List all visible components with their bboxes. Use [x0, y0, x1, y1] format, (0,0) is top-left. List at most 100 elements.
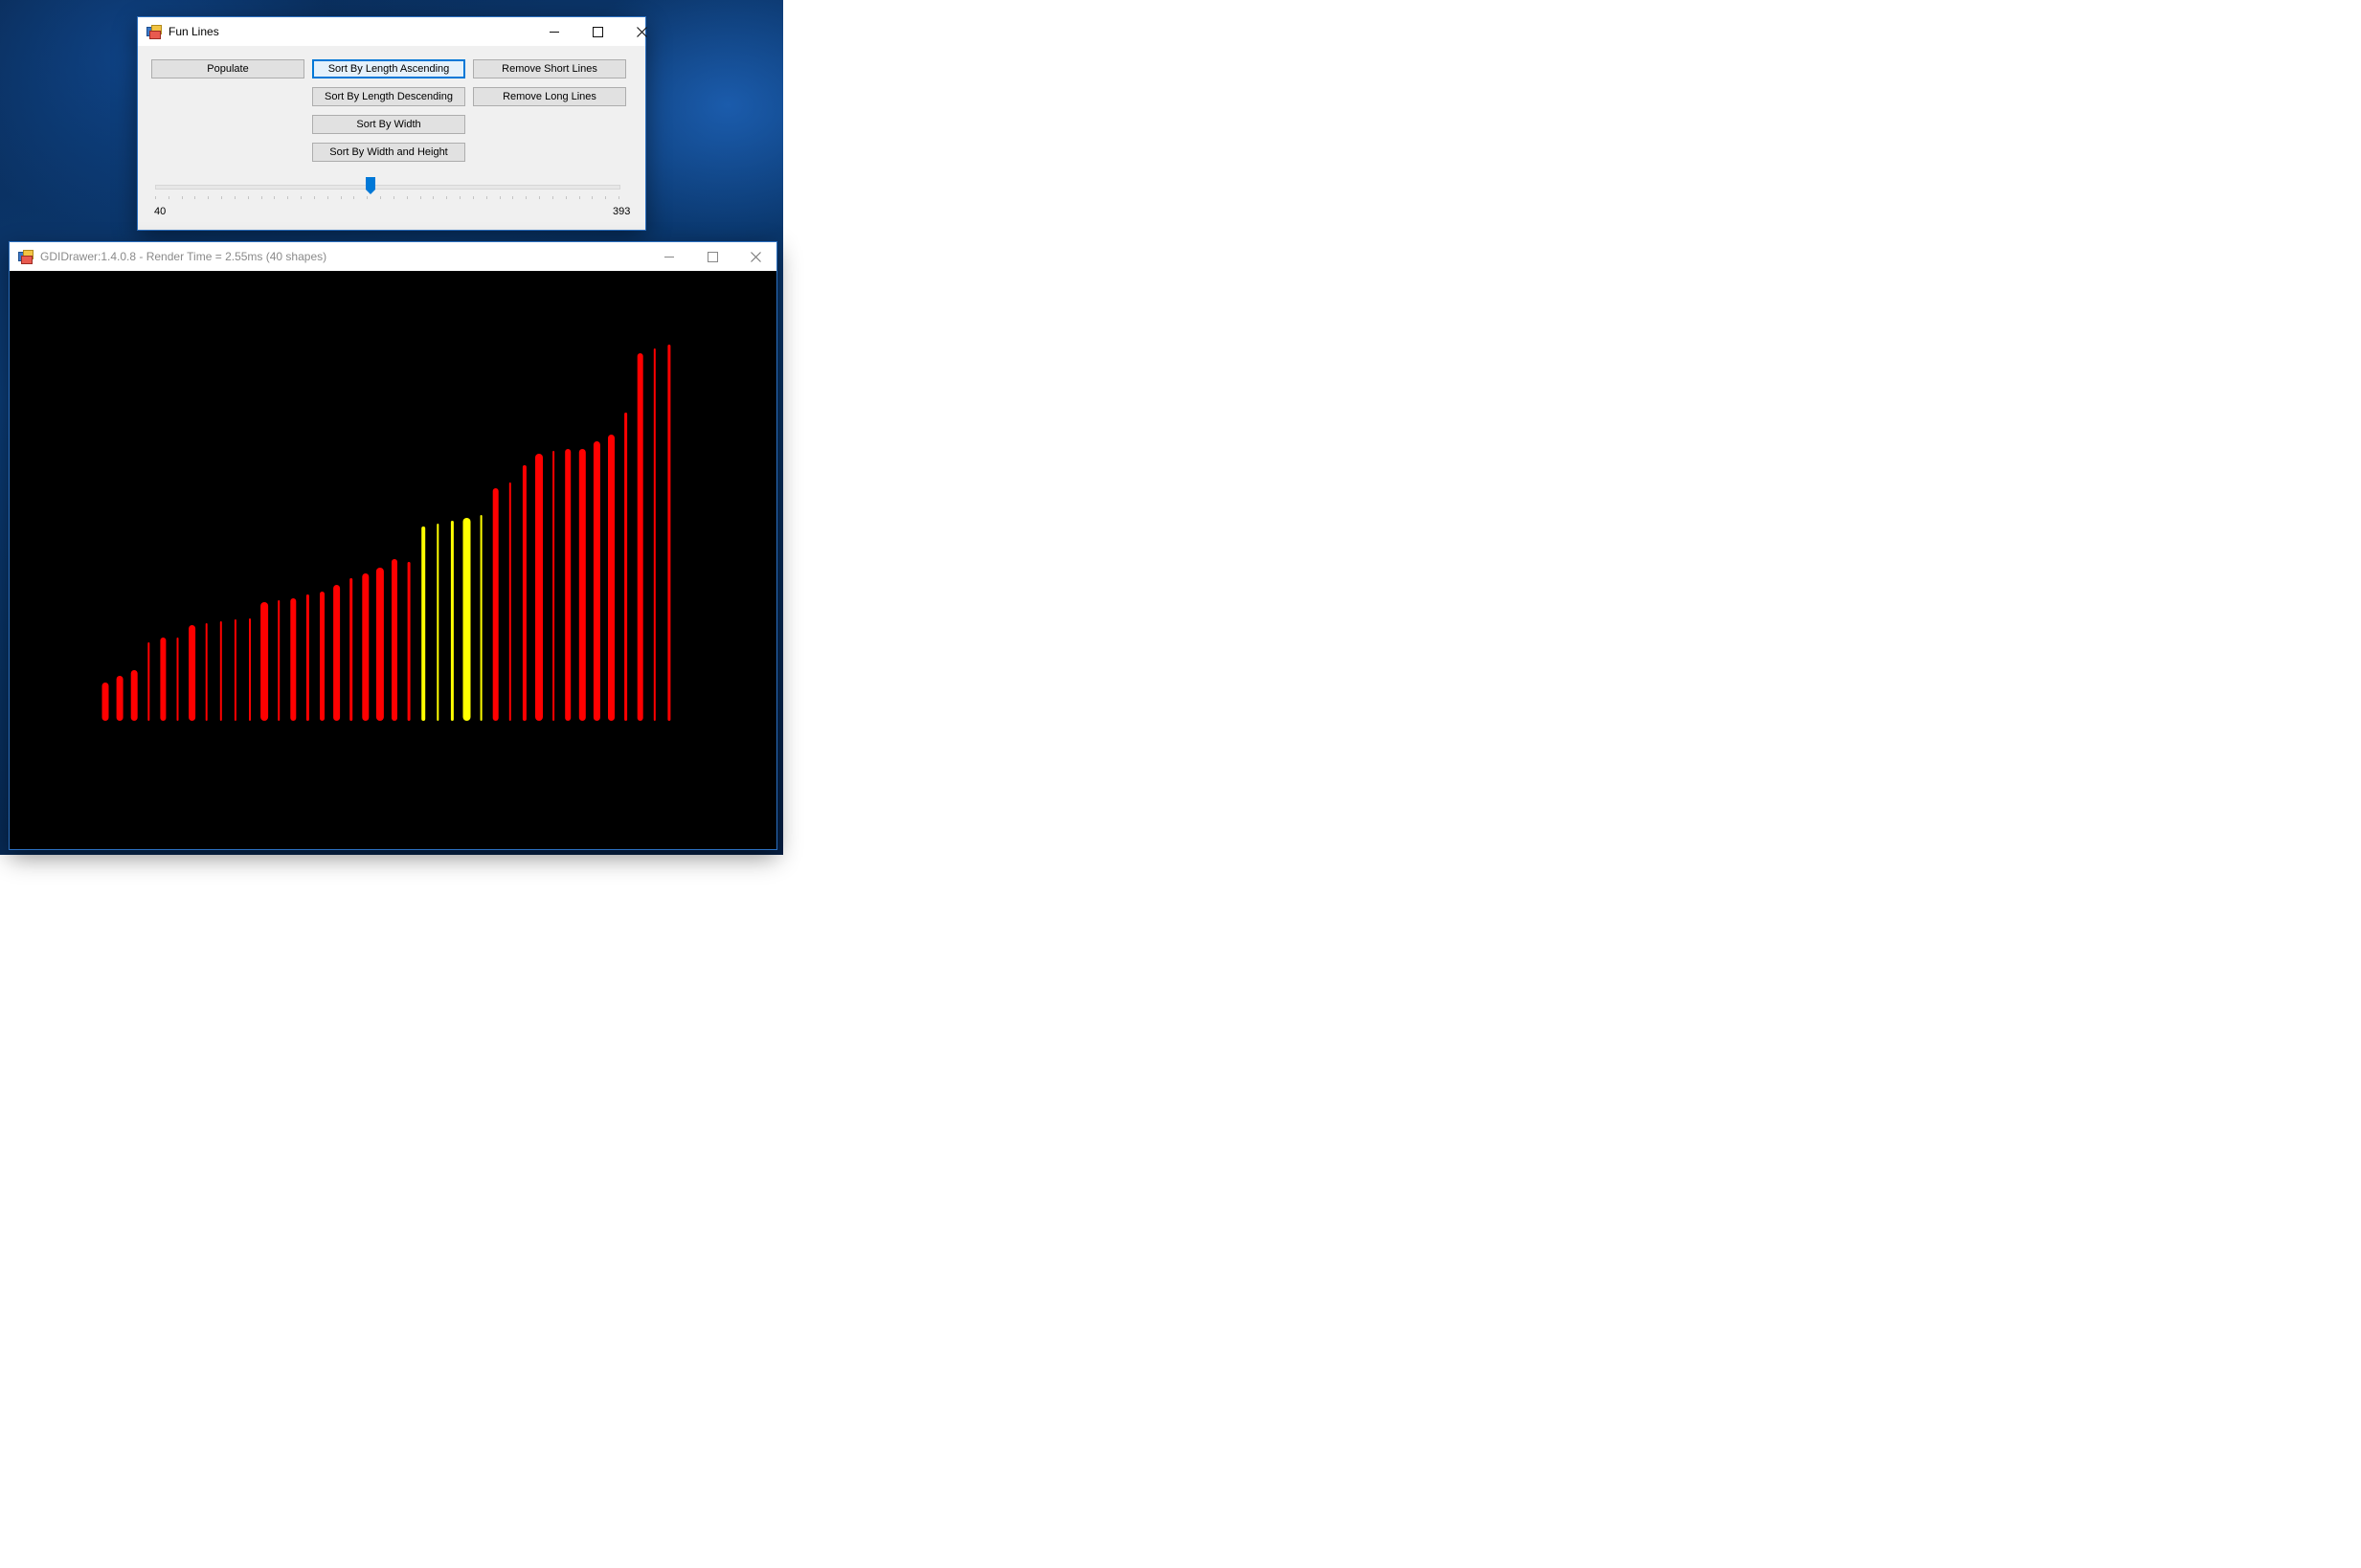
gdi-drawer-titlebar[interactable]: GDIDrawer:1.4.0.8 - Render Time = 2.55ms… [10, 242, 776, 271]
slider-tick [287, 196, 288, 199]
drawn-line [421, 526, 426, 721]
fun-lines-titlebar[interactable]: Fun Lines [138, 17, 647, 46]
drawn-line [624, 413, 628, 721]
remove-short-lines-button[interactable]: Remove Short Lines [473, 59, 626, 78]
drawn-line [578, 449, 586, 721]
drawn-line [653, 348, 656, 721]
slider-tick [420, 196, 421, 199]
length-slider-track[interactable] [155, 185, 620, 190]
slider-tick [539, 196, 540, 199]
drawn-line [101, 683, 109, 721]
slider-tick [235, 196, 236, 199]
slider-tick [194, 196, 195, 199]
maximize-button[interactable] [690, 242, 734, 271]
slider-tick [208, 196, 209, 199]
slider-tick [618, 196, 619, 199]
drawn-line [535, 454, 543, 721]
minimize-icon [550, 31, 559, 33]
drawn-line [278, 600, 281, 721]
drawn-line [234, 619, 236, 721]
slider-max-label: 393 [613, 206, 631, 217]
length-slider-thumb[interactable] [366, 177, 375, 194]
drawn-line [492, 488, 499, 721]
drawn-line [392, 559, 397, 721]
drawn-line [480, 515, 483, 721]
slider-tick [526, 196, 527, 199]
lines-drawing [101, 345, 671, 721]
remove-long-lines-button[interactable]: Remove Long Lines [473, 87, 626, 106]
drawn-line [637, 353, 643, 721]
slider-tick [566, 196, 567, 199]
slider-min-label: 40 [154, 206, 167, 217]
app-icon [18, 250, 34, 264]
drawn-line [437, 524, 439, 721]
slider-tick [500, 196, 501, 199]
slider-tick [182, 196, 183, 199]
drawn-line [130, 670, 138, 721]
slider-tick [433, 196, 434, 199]
minimize-button[interactable] [532, 17, 576, 46]
drawn-line [508, 482, 511, 721]
maximize-icon [707, 251, 718, 262]
populate-button[interactable]: Populate [151, 59, 304, 78]
drawn-line [249, 618, 251, 721]
maximize-icon [592, 26, 603, 37]
slider-tick [248, 196, 249, 199]
slider-tick [552, 196, 553, 199]
slider-tick [274, 196, 275, 199]
drawn-line [305, 594, 309, 721]
drawn-line [219, 621, 222, 721]
drawn-line [205, 623, 208, 721]
slider-tick [579, 196, 580, 199]
close-icon [636, 26, 647, 37]
slider-tick [407, 196, 408, 199]
drawn-line [260, 602, 269, 721]
drawn-line [407, 562, 411, 721]
drawn-line [189, 625, 196, 721]
minimize-icon [664, 256, 674, 258]
slider-tick [473, 196, 474, 199]
slider-tick [327, 196, 328, 199]
drawn-line [522, 465, 527, 721]
app-icon [146, 25, 162, 39]
slider-tick [380, 196, 381, 199]
drawn-line [565, 449, 572, 721]
sort-by-width-button[interactable]: Sort By Width [312, 115, 465, 134]
sort-length-ascending-button[interactable]: Sort By Length Ascending [312, 59, 465, 78]
drawn-line [450, 521, 454, 721]
drawn-line [349, 578, 353, 721]
slider-tick [367, 196, 368, 199]
window-title: GDIDrawer:1.4.0.8 - Render Time = 2.55ms… [40, 250, 327, 263]
slider-tick [155, 196, 156, 199]
drawn-line [147, 642, 150, 721]
drawn-line [176, 638, 179, 721]
drawing-canvas [10, 271, 776, 849]
gdi-drawer-window: GDIDrawer:1.4.0.8 - Render Time = 2.55ms… [10, 242, 776, 849]
drawn-line [593, 441, 600, 721]
slider-tick [486, 196, 487, 199]
close-icon [750, 251, 761, 262]
sort-by-width-and-height-button[interactable]: Sort By Width and Height [312, 143, 465, 162]
drawn-line [362, 573, 370, 721]
slider-tick [341, 196, 342, 199]
drawn-line [116, 676, 124, 721]
minimize-button[interactable] [647, 242, 691, 271]
maximize-button[interactable] [575, 17, 619, 46]
drawn-line [608, 435, 615, 721]
drawn-line [320, 592, 325, 721]
drawn-line [667, 345, 671, 721]
slider-tick [314, 196, 315, 199]
sort-length-descending-button[interactable]: Sort By Length Descending [312, 87, 465, 106]
close-button[interactable] [619, 17, 663, 46]
slider-tick [446, 196, 447, 199]
slider-tick [460, 196, 461, 199]
slider-tick [221, 196, 222, 199]
slider-tick [353, 196, 354, 199]
drawn-line [462, 518, 471, 721]
drawn-line [552, 451, 555, 721]
slider-tick [592, 196, 593, 199]
close-button[interactable] [733, 242, 777, 271]
fun-lines-window: Fun Lines Populate Sort By Length Ascend… [138, 17, 647, 230]
window-title: Fun Lines [169, 25, 219, 38]
slider-tick [605, 196, 606, 199]
